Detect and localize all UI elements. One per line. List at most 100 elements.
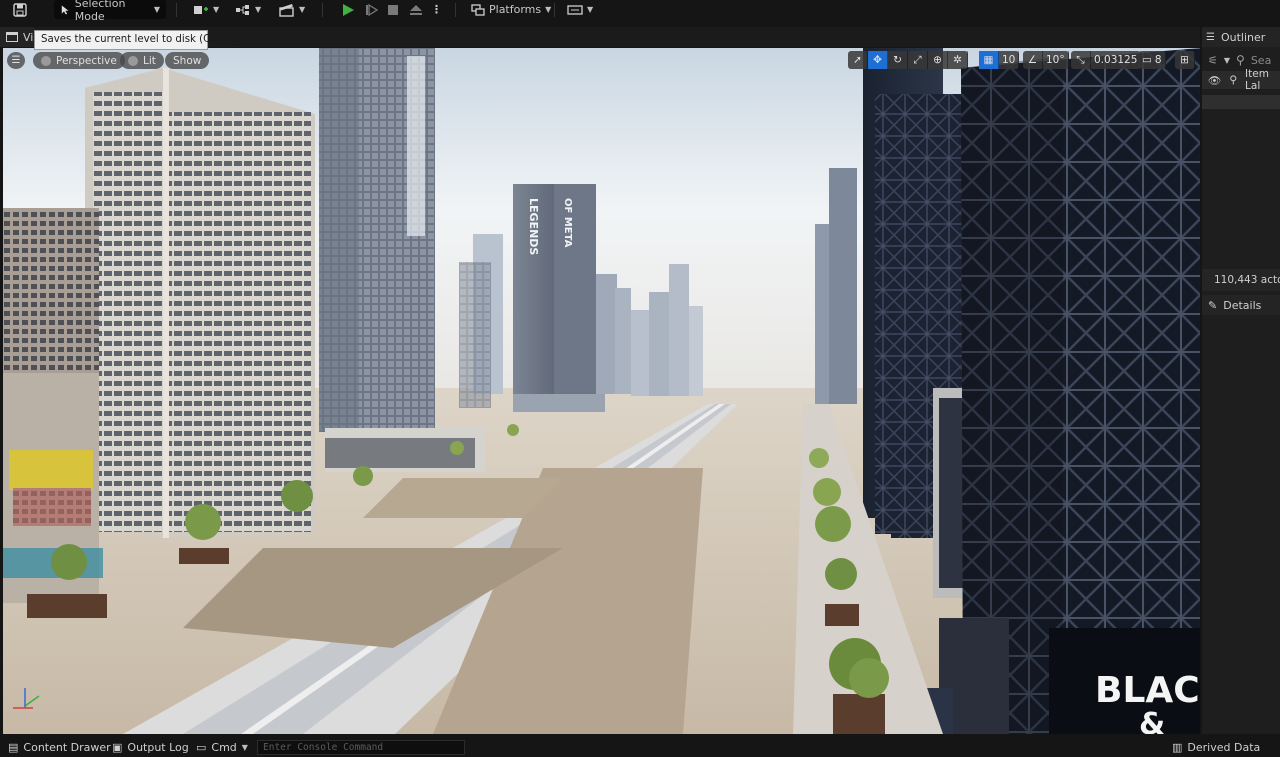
more-vertical-icon: ⋮	[431, 3, 442, 16]
output-log-icon: ▣	[112, 741, 123, 754]
scale-snap-value[interactable]: 0.03125	[1091, 51, 1142, 69]
surface-snap-icon: ✲	[953, 54, 962, 66]
search-icon: ⚲	[1236, 53, 1245, 67]
rotation-snap-value[interactable]: 10°	[1043, 51, 1069, 69]
viewport-menu-button[interactable]: ☰	[7, 52, 25, 69]
stop-button[interactable]	[382, 0, 404, 19]
outliner-tab[interactable]: ☰ Outliner	[1202, 27, 1280, 47]
cinematics-button[interactable]: ▼	[274, 0, 310, 19]
scale-icon: ⤢	[913, 53, 922, 66]
meta-billboard-text: OF META	[562, 198, 573, 248]
blueprints-button[interactable]: ▼	[230, 0, 266, 19]
scale-tool-button[interactable]: ⤢	[908, 51, 928, 69]
play-icon	[343, 3, 354, 16]
derived-data-button[interactable]: ▥ Derived Data	[1172, 738, 1260, 757]
tree-row[interactable]	[1202, 119, 1280, 133]
pin-icon[interactable]: ⚲	[1229, 74, 1237, 86]
content-drawer-icon: ▤	[8, 741, 19, 754]
grid-snap-toggle[interactable]: ▦ 10	[979, 51, 1020, 69]
select-tool-button[interactable]: ➚	[848, 51, 868, 69]
platforms-dropdown[interactable]: Platforms ▼	[466, 0, 556, 19]
city-scene: LEGENDS OF META BLAC &	[3, 48, 1200, 734]
add-content-button[interactable]: ▼	[188, 0, 224, 19]
toolbar-divider	[176, 3, 177, 17]
visibility-eye-icon[interactable]: 👁	[1208, 74, 1221, 87]
tree-row-selected[interactable]	[1202, 95, 1280, 109]
chevron-down-icon: ▼	[153, 5, 160, 14]
status-bar: ▤ Content Drawer ▣ Output Log ▭ Cmd ▼ En…	[0, 738, 1280, 757]
console-command-input[interactable]: Enter Console Command	[257, 740, 465, 755]
selection-mode-dropdown[interactable]: Selection Mode ▼	[54, 0, 166, 23]
content-drawer-button[interactable]: ▤ Content Drawer	[8, 738, 111, 757]
grid-snap-value[interactable]: 10	[999, 51, 1020, 69]
outliner-title: Outliner	[1220, 30, 1266, 44]
rotate-tool-button[interactable]: ↻	[888, 51, 908, 69]
rotation-snap-button[interactable]: ∠	[1023, 51, 1043, 69]
play-button[interactable]	[336, 0, 360, 19]
scale-snap-button[interactable]: ⤡	[1071, 51, 1091, 69]
show-label: Show	[173, 54, 202, 67]
rotate-icon: ↻	[893, 54, 902, 66]
surface-snap-button[interactable]: ✲	[948, 51, 968, 69]
main-toolbar: Selection Mode ▼ ▼ ▼ ▼ ⋮ Platforms ▼ ▼	[0, 0, 1280, 23]
output-log-label: Output Log	[127, 741, 189, 754]
camera-icon: ▭	[1142, 54, 1152, 66]
terminal-icon: ▭	[196, 741, 207, 754]
scale-snap-icon: ⤡	[1076, 53, 1085, 66]
filter-icon[interactable]: ⚟	[1208, 54, 1218, 67]
perspective-label: Perspective	[56, 54, 117, 67]
add-actor-icon	[194, 5, 208, 14]
chevron-down-icon: ▼	[299, 5, 306, 14]
clapper-icon	[279, 3, 294, 17]
eject-button[interactable]	[404, 0, 428, 19]
perspective-button[interactable]: Perspective	[33, 52, 125, 69]
level-viewport[interactable]: LEGENDS OF META BLAC & ☰ Perspective Lit…	[3, 48, 1200, 734]
chevron-down-icon: ▼	[1223, 55, 1231, 65]
tab-viewport[interactable]: Vi	[0, 27, 34, 47]
tab-viewport-label: Vi	[23, 30, 34, 44]
play-options-button[interactable]: ⋮	[426, 0, 447, 19]
rotation-snap-toggle[interactable]: ∠ 10°	[1023, 51, 1069, 69]
show-flags-button[interactable]: Show	[165, 52, 210, 69]
toolbar-divider	[455, 3, 456, 17]
item-label-column[interactable]: Item Lal	[1245, 68, 1280, 92]
blueprint-icon	[236, 4, 249, 15]
translate-tool-button[interactable]: ✥	[868, 51, 888, 69]
viewport-layout-button[interactable]: ⊞	[1175, 51, 1195, 69]
layout-cell[interactable]: ⊞	[1175, 51, 1195, 69]
outliner-panel: ☰ Outliner ⚟ ▼ ⚲ Sea 👁 ⚲ Item Lal 110,44…	[1202, 27, 1280, 734]
layout-grid-icon: ⊞	[1180, 54, 1189, 66]
eject-icon	[410, 4, 422, 15]
camera-speed-button[interactable]: ▭ 8	[1139, 51, 1166, 69]
outliner-search-input[interactable]: Sea	[1251, 54, 1272, 67]
outliner-icon: ☰	[1206, 31, 1215, 43]
coordinate-space-button[interactable]: ⊕	[928, 51, 948, 69]
tree-row[interactable]	[1202, 143, 1280, 157]
globe-icon: ⊕	[933, 54, 942, 66]
output-log-button[interactable]: ▣ Output Log	[112, 738, 189, 757]
cursor-icon	[61, 5, 69, 14]
selection-mode-label: Selection Mode	[74, 0, 126, 23]
angle-icon: ∠	[1027, 54, 1038, 66]
stop-icon	[388, 4, 398, 15]
advance-frame-button[interactable]	[360, 0, 384, 19]
details-tab[interactable]: ✎ Details	[1202, 295, 1280, 315]
black-sign-line2: &	[1139, 707, 1165, 734]
save-button[interactable]	[6, 0, 34, 19]
move-icon: ✥	[873, 54, 882, 66]
grid-snap-button[interactable]: ▦	[979, 51, 999, 69]
black-sign-line1: BLAC	[1095, 670, 1200, 711]
legends-billboard-text: LEGENDS	[527, 198, 540, 255]
platforms-label: Platforms	[489, 3, 542, 16]
lit-sphere-icon	[128, 55, 138, 66]
settings-dropdown[interactable]: ▼	[562, 0, 598, 19]
save-tooltip: Saves the current level to disk (Ctrl+S)	[34, 30, 240, 50]
cmd-dropdown[interactable]: ▭ Cmd ▼	[196, 738, 248, 757]
scale-snap-toggle[interactable]: ⤡ 0.03125	[1071, 51, 1142, 69]
chevron-down-icon: ▼	[587, 5, 594, 14]
toolbar-divider	[322, 3, 323, 17]
details-icon: ✎	[1208, 298, 1218, 312]
details-title: Details	[1223, 298, 1262, 312]
view-mode-lit-button[interactable]: Lit	[120, 52, 164, 69]
camera-speed-value-cell[interactable]: ▭ 8	[1139, 51, 1166, 69]
